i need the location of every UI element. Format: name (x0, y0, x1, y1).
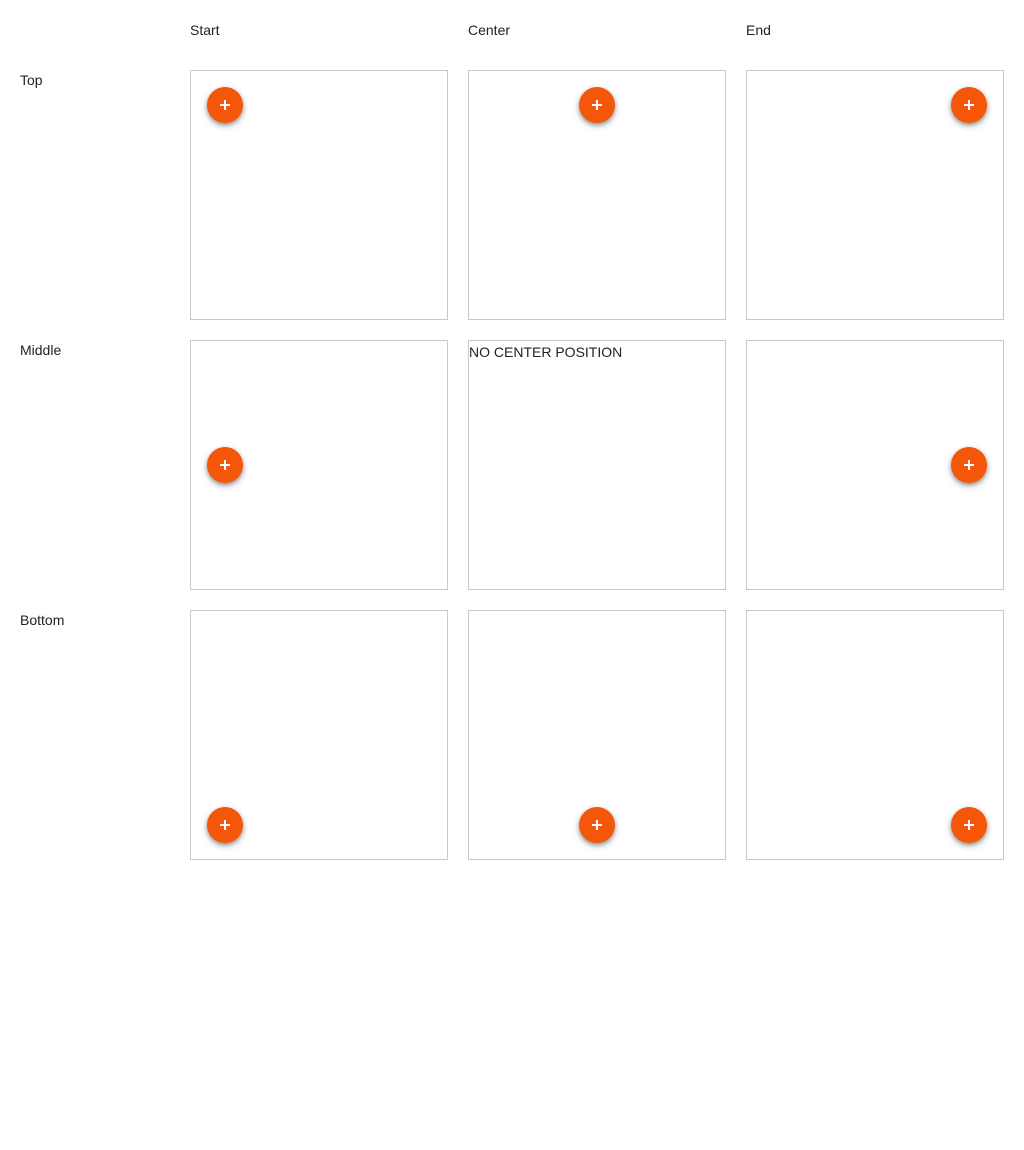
cell-bottom-end (746, 610, 1004, 860)
plus-icon (207, 447, 243, 483)
cell-top-center (468, 70, 726, 320)
fab-button-middle-end[interactable] (951, 447, 987, 483)
fab-button-top-start[interactable] (207, 87, 243, 123)
plus-icon (207, 807, 243, 843)
fab-button-top-center[interactable] (579, 87, 615, 123)
cell-top-end (746, 70, 1004, 320)
fab-button-middle-start[interactable] (207, 447, 243, 483)
fab-button-bottom-start[interactable] (207, 807, 243, 843)
cell-bottom-center (468, 610, 726, 860)
no-center-position-note: NO CENTER POSITION (469, 344, 623, 360)
fab-button-top-end[interactable] (951, 87, 987, 123)
cell-top-start (190, 70, 448, 320)
plus-icon (951, 447, 987, 483)
plus-icon (207, 87, 243, 123)
plus-icon (579, 87, 615, 123)
row-header-middle: Middle (20, 342, 62, 358)
cell-middle-end (746, 340, 1004, 590)
fab-button-bottom-end[interactable] (951, 807, 987, 843)
cell-middle-start (190, 340, 448, 590)
plus-icon (951, 807, 987, 843)
cell-middle-center: NO CENTER POSITION (468, 340, 726, 590)
row-header-top: Top (20, 72, 43, 88)
column-header-center: Center (468, 22, 511, 38)
column-header-start: Start (190, 22, 220, 38)
plus-icon (951, 87, 987, 123)
fab-button-bottom-center[interactable] (579, 807, 615, 843)
column-header-end: End (746, 22, 771, 38)
row-header-bottom: Bottom (20, 612, 65, 628)
plus-icon (579, 807, 615, 843)
cell-bottom-start (190, 610, 448, 860)
